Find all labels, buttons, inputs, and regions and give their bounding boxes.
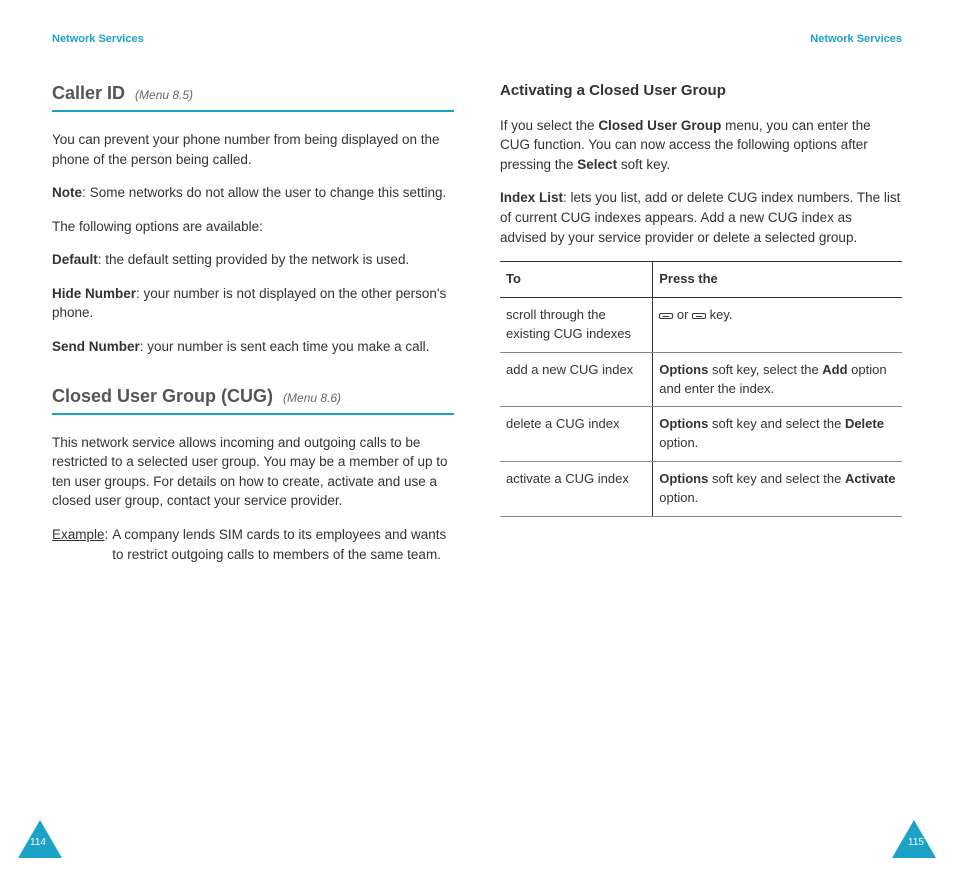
cell-action: activate a CUG index <box>500 462 653 517</box>
note-label: Note: <box>52 183 86 203</box>
nav-key-icon <box>659 313 673 319</box>
note-text: Some networks do not allow the user to c… <box>90 183 446 203</box>
page-number-right: 115 <box>908 836 924 851</box>
option-default: Default: the default setting provided by… <box>52 250 454 270</box>
th-to: To <box>500 262 653 298</box>
activating-cug-p1: If you select the Closed User Group menu… <box>500 116 902 175</box>
right-column: Activating a Closed User Group If you se… <box>500 80 902 517</box>
note-block: Note: Some networks do not allow the use… <box>52 183 454 203</box>
cell-action: scroll through the existing CUG indexes <box>500 297 653 352</box>
cug-actions-table: To Press the scroll through the existing… <box>500 261 902 517</box>
table-row: delete a CUG index Options soft key and … <box>500 407 902 462</box>
caller-id-intro: You can prevent your phone number from b… <box>52 130 454 169</box>
cell-action: delete a CUG index <box>500 407 653 462</box>
section-caller-id-title: Caller ID (Menu 8.5) <box>52 80 454 112</box>
cell-key: or key. <box>653 297 902 352</box>
page-number-left: 114 <box>30 836 46 851</box>
title-text: Caller ID <box>52 80 125 106</box>
th-press: Press the <box>653 262 902 298</box>
activating-cug-heading: Activating a Closed User Group <box>500 80 902 102</box>
example-label: Example: <box>52 525 108 564</box>
example-block: Example: A company lends SIM cards to it… <box>52 525 454 564</box>
menu-ref: (Menu 8.6) <box>283 390 341 407</box>
nav-key-icon <box>692 313 706 319</box>
option-hide-number: Hide Number: your number is not displaye… <box>52 284 454 323</box>
option-send-number: Send Number: your number is sent each ti… <box>52 337 454 357</box>
menu-ref: (Menu 8.5) <box>135 87 193 104</box>
cell-key: Options soft key, select the Add option … <box>653 352 902 407</box>
cell-action: add a new CUG index <box>500 352 653 407</box>
example-text: A company lends SIM cards to its employe… <box>112 525 454 564</box>
cug-intro: This network service allows incoming and… <box>52 433 454 511</box>
index-list-desc: Index List: lets you list, add or delete… <box>500 188 902 247</box>
table-row: activate a CUG index Options soft key an… <box>500 462 902 517</box>
running-header-left: Network Services <box>52 32 144 48</box>
options-intro: The following options are available: <box>52 217 454 237</box>
title-text: Closed User Group (CUG) <box>52 383 273 409</box>
section-cug-title: Closed User Group (CUG) (Menu 8.6) <box>52 383 454 415</box>
cell-key: Options soft key and select the Activate… <box>653 462 902 517</box>
left-column: Caller ID (Menu 8.5) You can prevent you… <box>52 80 454 578</box>
cell-key: Options soft key and select the Delete o… <box>653 407 902 462</box>
running-header-right: Network Services <box>810 32 902 48</box>
table-row: add a new CUG index Options soft key, se… <box>500 352 902 407</box>
table-row: scroll through the existing CUG indexes … <box>500 297 902 352</box>
